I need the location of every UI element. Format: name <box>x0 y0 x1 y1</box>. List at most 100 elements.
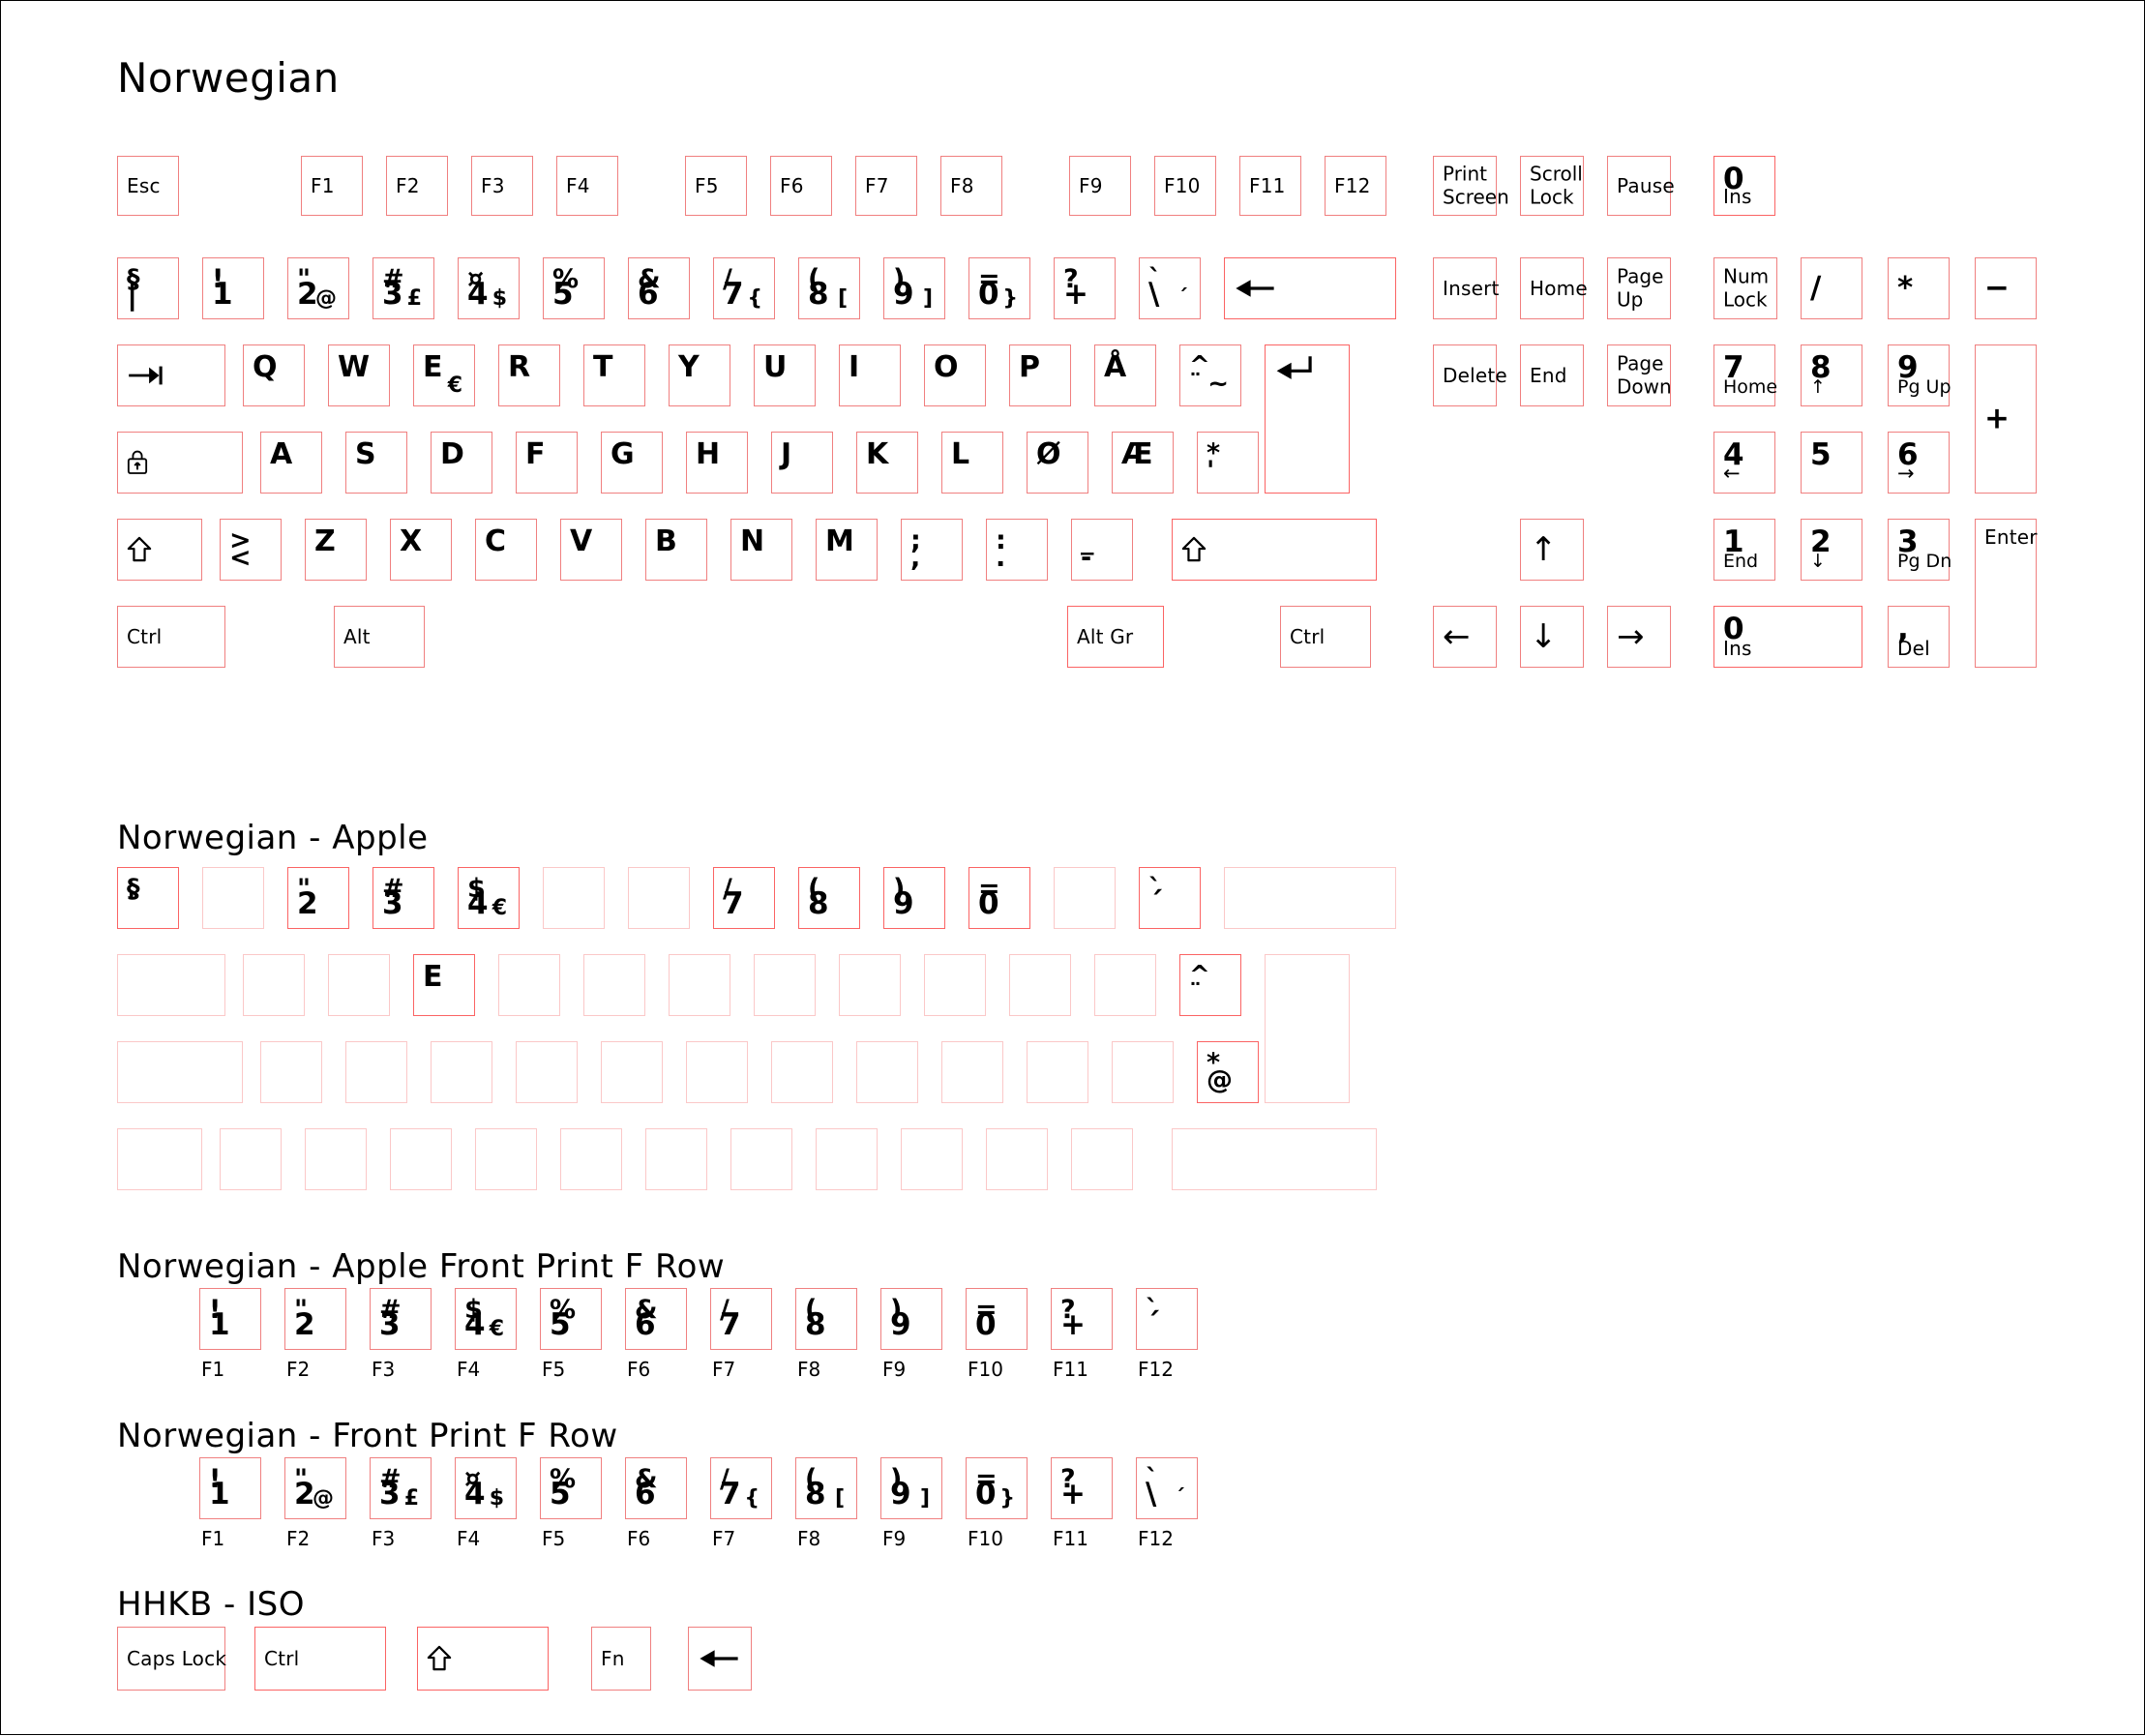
key-apple-key-p[interactable] <box>1009 954 1071 1016</box>
key-f6[interactable]: F6 <box>770 156 832 216</box>
key-right-ctrl[interactable]: Ctrl <box>1280 606 1371 668</box>
key-apple-key-q[interactable] <box>243 954 305 1016</box>
key-afp-f8[interactable]: (8 <box>795 1288 857 1350</box>
key-key-y[interactable]: Y <box>669 344 730 406</box>
key-key-f[interactable]: F <box>516 432 578 494</box>
key-key-less-greater[interactable]: > < <box>220 519 282 581</box>
key-alt-gr[interactable]: Alt Gr <box>1067 606 1164 668</box>
key-apple-key-5[interactable] <box>543 867 605 929</box>
key-key-apostrophe[interactable]: * ' <box>1197 432 1259 494</box>
key-afp-f12[interactable]: ` ´ <box>1136 1288 1198 1350</box>
key-left-alt[interactable]: Alt <box>334 606 425 668</box>
key-afp-f6[interactable]: & 6 <box>625 1288 687 1350</box>
key-apple-key-j[interactable] <box>771 1041 833 1103</box>
key-apple-tab[interactable] <box>117 954 225 1016</box>
key-afp-f7[interactable]: /7 <box>710 1288 772 1350</box>
key-apple-key-b[interactable] <box>645 1128 707 1190</box>
key-esc[interactable]: Esc <box>117 156 179 216</box>
key-f12[interactable]: F12 <box>1325 156 1386 216</box>
key-apple-key-w[interactable] <box>328 954 390 1016</box>
key-pause[interactable]: Pause <box>1607 156 1675 216</box>
key-apple-key-aring[interactable] <box>1094 954 1156 1016</box>
key-numpad-0[interactable]: 0 Ins <box>1713 606 1862 668</box>
key-apple-key-i[interactable] <box>839 954 901 1016</box>
key-key-3[interactable]: #3 £ <box>372 257 434 319</box>
key-key-9[interactable]: ) 9] <box>883 257 945 319</box>
key-afp-f11[interactable]: ? + <box>1051 1288 1113 1350</box>
key-fp-f9[interactable]: ) 9] <box>880 1457 942 1519</box>
key-key-b[interactable]: B <box>645 519 707 581</box>
key-arrow-left[interactable]: ← <box>1433 606 1497 668</box>
key-numpad-decimal[interactable]: , Del <box>1888 606 1950 668</box>
key-key-o[interactable]: O <box>924 344 986 406</box>
key-key-m[interactable]: M <box>816 519 878 581</box>
key-apple-backspace[interactable] <box>1224 867 1396 929</box>
key-hhkb-ctrl[interactable]: Ctrl <box>254 1627 386 1691</box>
key-hhkb-caps-lock[interactable]: Caps Lock <box>117 1627 226 1691</box>
key-numpad-7[interactable]: 7 Home <box>1713 344 1777 406</box>
key-apple-key-ae[interactable] <box>1112 1041 1174 1103</box>
key-key-2[interactable]: " 2 @ <box>287 257 349 319</box>
key-apple-enter[interactable] <box>1265 954 1350 1103</box>
key-afp-f9[interactable]: ) 9 <box>880 1288 942 1350</box>
key-key-dash[interactable]: _ - <box>1071 519 1133 581</box>
key-numpad-0-ins-top[interactable]: 0 Ins <box>1713 156 1775 216</box>
key-key-s[interactable]: S <box>345 432 407 494</box>
key-apple-key-comma[interactable] <box>901 1128 963 1190</box>
key-apple-key-x[interactable] <box>390 1128 452 1190</box>
key-key-n[interactable]: N <box>730 519 792 581</box>
key-fp-f6[interactable]: & 6 <box>625 1457 687 1519</box>
key-key-t[interactable]: T <box>583 344 645 406</box>
key-key-u[interactable]: U <box>754 344 816 406</box>
key-key-5[interactable]: % 5 <box>543 257 605 319</box>
key-apple-key-dash[interactable] <box>1071 1128 1133 1190</box>
key-apple-key-a[interactable] <box>260 1041 322 1103</box>
key-f1[interactable]: F1 <box>301 156 363 216</box>
key-apple-key-n[interactable] <box>730 1128 792 1190</box>
key-end[interactable]: End <box>1520 344 1584 406</box>
key-apple-key-9[interactable]: ) 9 <box>883 867 945 929</box>
key-f2[interactable]: F2 <box>386 156 448 216</box>
key-key-6[interactable]: & 6 <box>628 257 690 319</box>
key-enter[interactable] <box>1265 344 1350 494</box>
key-apple-key-g[interactable] <box>601 1041 663 1103</box>
key-key-p[interactable]: P <box>1009 344 1071 406</box>
key-f8[interactable]: F8 <box>940 156 1002 216</box>
key-apple-key-h[interactable] <box>686 1041 748 1103</box>
key-f5[interactable]: F5 <box>685 156 747 216</box>
key-print-screen[interactable]: Print Screen <box>1433 156 1509 216</box>
key-fp-f3[interactable]: #3 £ <box>370 1457 432 1519</box>
key-apple-key-apostrophe[interactable]: * @ <box>1197 1041 1259 1103</box>
key-page-down[interactable]: Page Down <box>1607 344 1672 406</box>
key-numpad-1[interactable]: 1 End <box>1713 519 1775 581</box>
key-afp-f10[interactable]: = 0 <box>966 1288 1028 1350</box>
key-fp-f4[interactable]: ¤ 4 $ <box>455 1457 517 1519</box>
key-apple-key-3[interactable]: #3 <box>372 867 434 929</box>
key-apple-key-y[interactable] <box>669 954 730 1016</box>
key-arrow-down[interactable]: ↓ <box>1520 606 1584 668</box>
key-apple-key-f[interactable] <box>516 1041 578 1103</box>
key-afp-f2[interactable]: " 2 <box>284 1288 346 1350</box>
key-key-j[interactable]: J <box>771 432 833 494</box>
key-fp-f10[interactable]: = 0} <box>966 1457 1028 1519</box>
key-apple-key-r[interactable] <box>498 954 560 1016</box>
key-key-4[interactable]: ¤ 4 $ <box>458 257 520 319</box>
key-arrow-right[interactable]: → <box>1607 606 1671 668</box>
key-f11[interactable]: F11 <box>1239 156 1301 216</box>
key-apple-right-shift[interactable] <box>1172 1128 1377 1190</box>
key-key-l[interactable]: L <box>941 432 1003 494</box>
key-page-up[interactable]: Page Up <box>1607 257 1671 319</box>
key-afp-f4[interactable]: $4 € <box>455 1288 517 1350</box>
key-hhkb-fn[interactable]: Fn <box>591 1627 651 1691</box>
key-apple-key-o[interactable] <box>924 954 986 1016</box>
key-numpad-plus[interactable]: + <box>1975 344 2037 494</box>
key-insert[interactable]: Insert <box>1433 257 1499 319</box>
key-apple-left-shift[interactable] <box>117 1128 202 1190</box>
key-apple-key-z[interactable] <box>305 1128 367 1190</box>
key-f10[interactable]: F10 <box>1154 156 1216 216</box>
key-afp-f5[interactable]: % 5 <box>540 1288 602 1350</box>
key-numpad-2[interactable]: 2 ↓ <box>1801 519 1862 581</box>
key-fp-f8[interactable]: (8[ <box>795 1457 857 1519</box>
key-key-e[interactable]: E € <box>413 344 475 406</box>
key-fp-f12[interactable]: ` \ ´ <box>1136 1457 1198 1519</box>
